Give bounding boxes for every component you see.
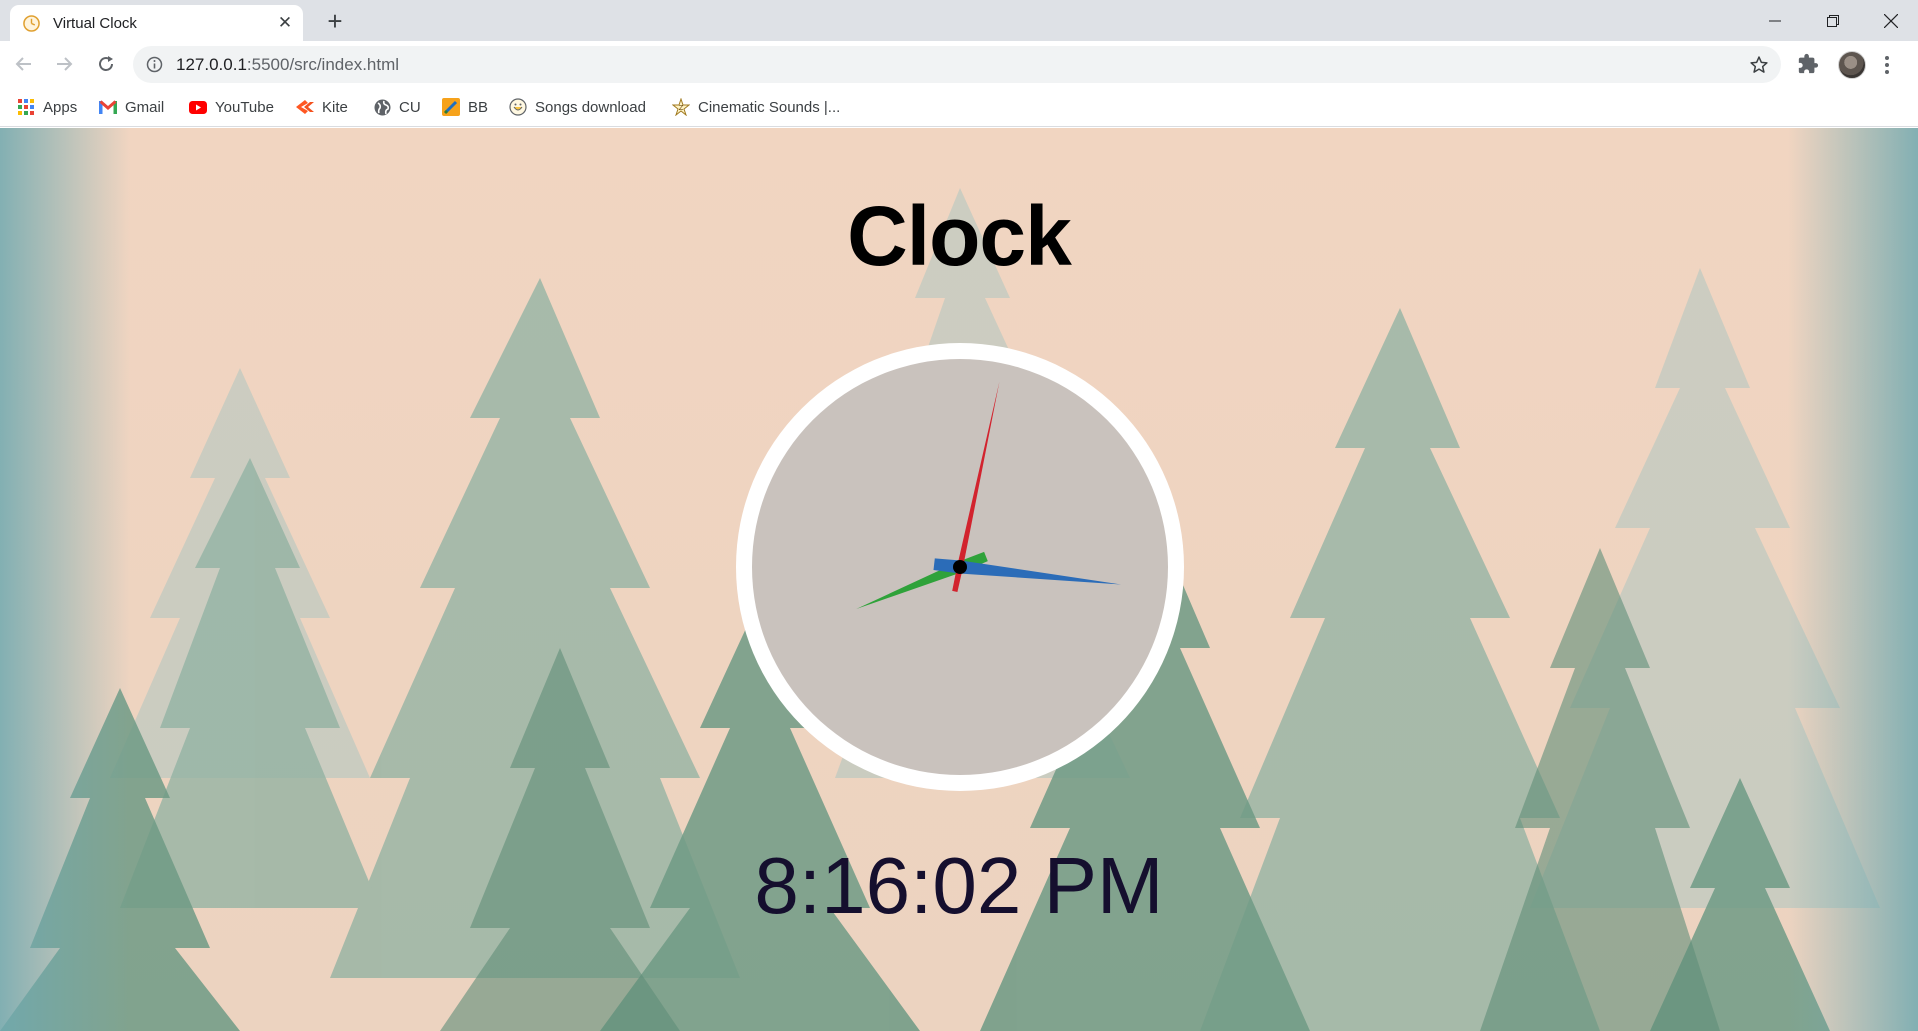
forward-button[interactable] [48, 48, 80, 80]
youtube-icon [189, 98, 207, 116]
digital-time: 8:16:02 PM [754, 841, 1164, 930]
url-host: 127.0.0.1 [176, 55, 247, 74]
bookmark-label: YouTube [215, 98, 274, 116]
bookmark-songs-download[interactable]: Songs download [509, 96, 646, 118]
tab-strip: Virtual Clock ✕ + [0, 0, 1918, 41]
bookmark-label: Cinematic Sounds |... [698, 98, 841, 116]
analog-clock [736, 343, 1184, 791]
clock-favicon-icon [23, 15, 40, 32]
window-close-button[interactable] [1862, 0, 1918, 41]
url-path: :5500/src/index.html [246, 55, 400, 74]
minimize-icon [1769, 20, 1781, 21]
bookmark-label: BB [468, 98, 489, 116]
browser-tab[interactable]: Virtual Clock ✕ [10, 5, 303, 41]
profile-avatar[interactable] [1838, 51, 1866, 79]
bookmark-cu[interactable]: CU [373, 96, 421, 118]
songs-icon [509, 98, 527, 116]
bookmark-bb[interactable]: BB [442, 96, 488, 118]
arrow-right-icon [57, 57, 73, 71]
info-icon[interactable] [146, 56, 163, 73]
page-title: Clock [847, 189, 1072, 283]
kebab-menu-icon[interactable] [1884, 54, 1890, 76]
page-viewport: Clock 8:16:02 PM [0, 128, 1918, 1031]
gmail-icon [99, 98, 117, 116]
bookmark-label: Gmail [125, 98, 165, 116]
back-button[interactable] [8, 48, 40, 80]
bookmark-apps[interactable]: Apps [17, 96, 77, 118]
tab-close-icon[interactable]: ✕ [276, 14, 294, 32]
new-tab-button[interactable]: + [322, 8, 348, 35]
reload-button[interactable] [90, 48, 122, 80]
minimize-button[interactable] [1746, 0, 1804, 41]
bookmark-youtube[interactable]: YouTube [189, 96, 274, 118]
bookmark-label: CU [399, 98, 421, 116]
kite-icon [296, 98, 314, 116]
restore-icon [1827, 14, 1839, 27]
clock-center-pin [953, 560, 967, 574]
extensions-puzzle-icon[interactable] [1797, 53, 1819, 75]
bookmark-label: Apps [43, 98, 78, 116]
bb-icon [442, 98, 460, 116]
bookmarks-bar: Apps Gmail YouTube Kite CU BB Songs down… [0, 88, 1918, 127]
svg-text:Z: Z [679, 104, 684, 112]
bookmark-cinematic-sounds[interactable]: Z Cinematic Sounds |... [672, 96, 840, 118]
browser-toolbar: 127.0.0.1:5500/src/index.html [0, 41, 1918, 88]
bookmark-kite[interactable]: Kite [296, 96, 348, 118]
arrow-left-icon [15, 57, 31, 71]
bookmark-gmail[interactable]: Gmail [99, 96, 164, 118]
restore-button[interactable] [1804, 0, 1862, 41]
address-bar[interactable]: 127.0.0.1:5500/src/index.html [133, 46, 1781, 83]
bookmark-star-icon[interactable] [1749, 55, 1769, 75]
bookmark-label: Kite [322, 98, 348, 116]
reload-icon [99, 56, 113, 71]
apps-grid-icon [17, 98, 35, 116]
bookmark-label: Songs download [535, 98, 646, 116]
close-icon [1884, 13, 1898, 28]
url-text[interactable]: 127.0.0.1:5500/src/index.html [176, 55, 399, 75]
cinematic-icon: Z [672, 98, 690, 116]
globe-icon [373, 98, 391, 116]
tab-title: Virtual Clock [53, 15, 137, 32]
